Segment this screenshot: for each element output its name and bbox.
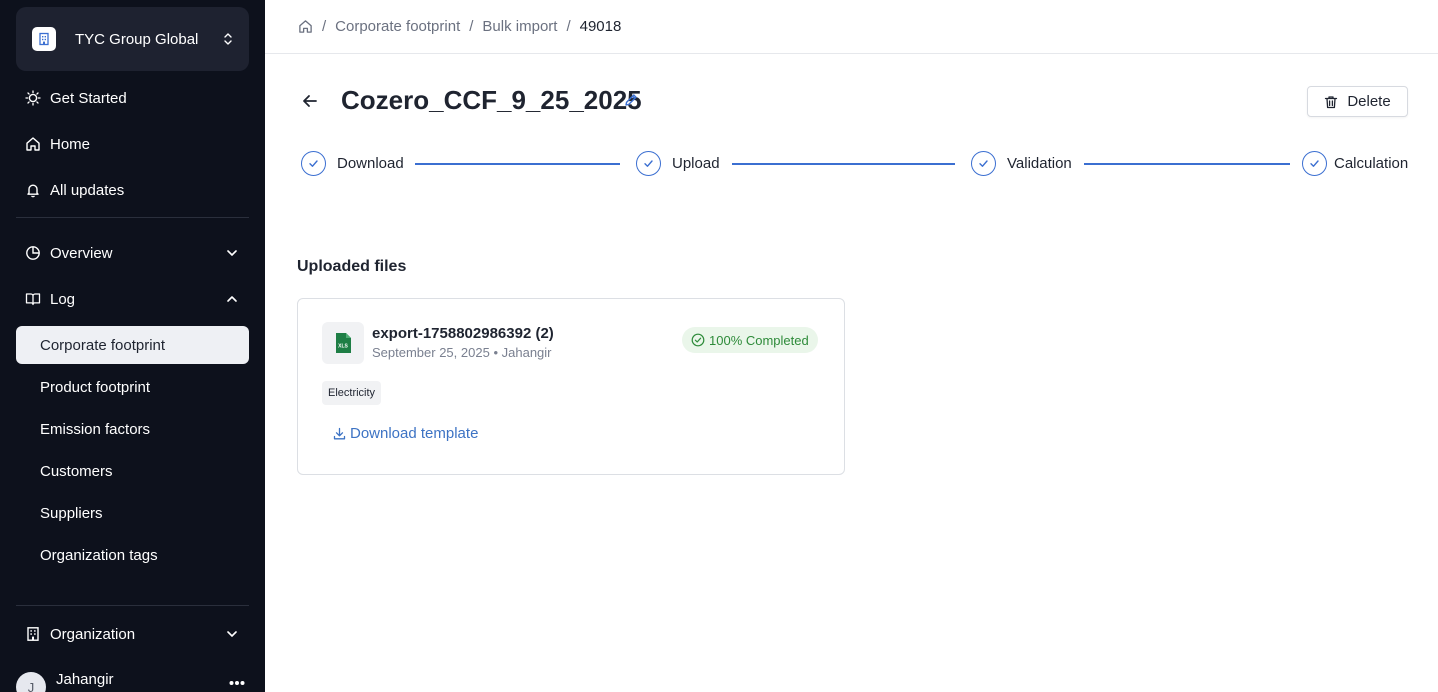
sidebar-item-product-footprint[interactable]: Product footprint (16, 368, 249, 406)
step-connector (1084, 163, 1290, 165)
bell-icon (24, 181, 42, 199)
sidebar-item-emission-factors[interactable]: Emission factors (16, 410, 249, 448)
delete-button-label: Delete (1347, 93, 1391, 110)
excel-file-icon: XLS (322, 322, 364, 364)
status-badge: 100% Completed (682, 327, 818, 353)
breadcrumb-separator: / (566, 18, 571, 35)
org-name: TYC Group Global (75, 30, 199, 48)
nav-all-updates[interactable]: All updates (16, 171, 249, 209)
check-circle-icon (691, 333, 705, 347)
nav-organization-label: Organization (50, 625, 136, 643)
back-button[interactable] (298, 89, 322, 113)
book-icon (24, 290, 42, 308)
breadcrumb-corporate-footprint[interactable]: Corporate footprint (335, 18, 460, 35)
step-upload-check-icon (636, 151, 661, 176)
delete-button[interactable]: Delete (1307, 86, 1408, 117)
sidebar-item-label: Emission factors (40, 420, 151, 438)
nav-log[interactable]: Log (16, 280, 249, 318)
sidebar-item-label: Organization tags (40, 546, 158, 564)
category-tag: Electricity (322, 381, 382, 405)
step-connector (732, 163, 955, 165)
file-date: September 25, 2025 (372, 345, 490, 360)
sidebar-item-suppliers[interactable]: Suppliers (16, 494, 249, 532)
main-content: / Corporate footprint / Bulk import / 49… (265, 0, 1438, 692)
sidebar-item-label: Customers (40, 462, 113, 480)
sidebar-item-label: Product footprint (40, 378, 151, 396)
nav-all-updates-label: All updates (50, 181, 125, 199)
user-menu[interactable]: J Jahangir (16, 668, 249, 692)
nav-overview-label: Overview (50, 244, 113, 262)
sidebar-divider (16, 605, 249, 606)
pencil-edit-icon[interactable] (623, 92, 639, 108)
sidebar-divider (16, 217, 249, 218)
org-switcher[interactable]: TYC Group Global (16, 7, 249, 71)
meta-separator: • (493, 345, 498, 360)
home-icon (24, 135, 42, 153)
chevron-up-icon (227, 296, 237, 302)
chevron-down-icon (227, 250, 237, 256)
building-logo-icon (32, 27, 56, 51)
file-type-badge: XLS (338, 344, 348, 350)
nav-home-label: Home (50, 135, 91, 153)
file-meta: September 25, 2025 • Jahangir (372, 345, 552, 360)
step-connector (415, 163, 620, 165)
breadcrumb-separator: / (322, 18, 327, 35)
arrow-left-icon (303, 95, 317, 107)
file-name: export-1758802986392 (2) (372, 325, 554, 342)
step-upload-label: Upload (672, 155, 720, 172)
home-icon[interactable] (298, 19, 313, 34)
download-icon (333, 427, 346, 440)
breadcrumb-separator: / (469, 18, 474, 35)
lightbulb-icon (24, 89, 42, 107)
breadcrumb: / Corporate footprint / Bulk import / 49… (265, 0, 1438, 54)
user-name: Jahangir (56, 671, 114, 688)
nav-get-started[interactable]: Get Started (16, 79, 249, 117)
sidebar-item-label: Corporate footprint (40, 336, 166, 354)
step-validation-check-icon (971, 151, 996, 176)
sidebar-item-customers[interactable]: Customers (16, 452, 249, 490)
step-calculation-check-icon (1302, 151, 1327, 176)
sidebar-item-corporate-footprint[interactable]: Corporate footprint (16, 326, 249, 364)
nav-organization[interactable]: Organization (16, 615, 249, 653)
download-template-label: Download template (350, 425, 479, 442)
chevron-down-icon (227, 631, 237, 637)
nav-get-started-label: Get Started (50, 89, 127, 107)
nav-home[interactable]: Home (16, 125, 249, 163)
step-download-check-icon (301, 151, 326, 176)
sidebar-item-organization-tags[interactable]: Organization tags (16, 536, 249, 574)
status-text: 100% Completed (709, 332, 809, 348)
uploaded-files-heading: Uploaded files (297, 258, 407, 275)
breadcrumb-bulk-import[interactable]: Bulk import (482, 18, 557, 35)
building-icon (24, 625, 42, 643)
pie-chart-icon (24, 244, 42, 262)
sidebar: TYC Group Global Get Started Home All up… (0, 0, 265, 692)
breadcrumb-current: 49018 (579, 18, 622, 35)
step-validation-label: Validation (1007, 155, 1072, 172)
file-author: Jahangir (501, 345, 552, 360)
nav-overview[interactable]: Overview (16, 234, 249, 272)
step-calculation-label: Calculation (1334, 155, 1409, 172)
nav-log-label: Log (50, 290, 76, 308)
trash-icon (1325, 95, 1338, 108)
more-options-icon[interactable] (229, 680, 245, 686)
download-template-link[interactable]: Download template (333, 425, 478, 442)
page-title: Cozero_CCF_9_25_2025 (341, 85, 642, 115)
uploaded-file-card: XLS export-1758802986392 (2) September 2… (297, 298, 845, 475)
sidebar-item-label: Suppliers (40, 504, 103, 522)
step-download-label: Download (337, 155, 404, 172)
avatar: J (16, 672, 46, 692)
chevron-up-down-icon (224, 33, 232, 45)
